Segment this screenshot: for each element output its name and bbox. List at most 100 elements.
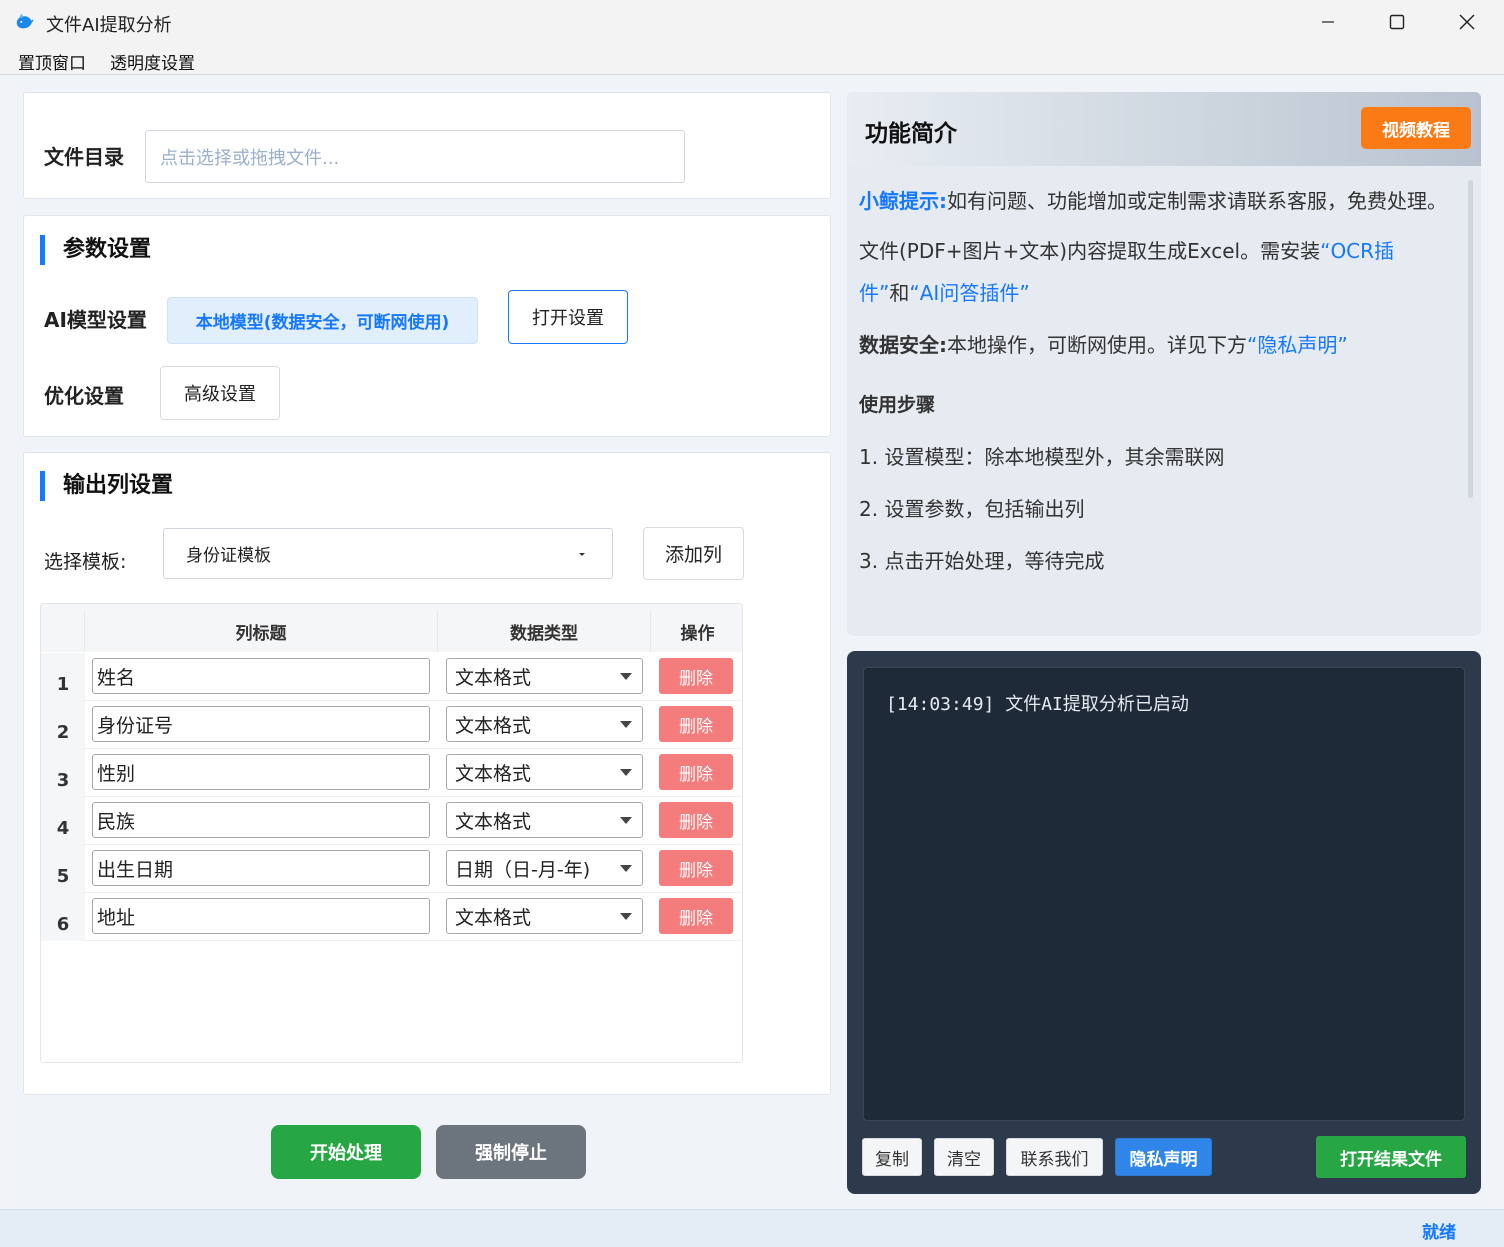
maximize-icon: [1389, 14, 1405, 30]
main-content: 文件目录 点击选择或拖拽文件... 参数设置 AI模型设置 本地模型(数据安全，…: [2, 76, 1502, 1209]
and-text: 和: [889, 281, 910, 305]
tip-text: 如有问题、功能增加或定制需求请联系客服，免费处理。: [947, 189, 1447, 213]
file-path-input[interactable]: 点击选择或拖拽文件...: [145, 130, 685, 183]
column-title-input[interactable]: 民族: [92, 802, 430, 838]
template-value: 身份证模板: [186, 546, 271, 566]
chevron-down-icon: [579, 553, 585, 556]
dropdown-arrow-icon: [620, 673, 632, 680]
data-type-select[interactable]: 文本格式: [446, 658, 643, 694]
open-settings-button[interactable]: 打开设置: [508, 290, 628, 344]
video-tutorial-button[interactable]: 视频教程: [1361, 107, 1471, 149]
data-type-value: 文本格式: [455, 762, 532, 785]
menu-opacity-settings[interactable]: 透明度设置: [110, 49, 195, 74]
whale-app-icon: [16, 13, 34, 29]
force-stop-button[interactable]: 强制停止: [436, 1125, 586, 1179]
delete-row-button[interactable]: 删除: [659, 754, 733, 790]
intro-scrollbar[interactable]: [1468, 180, 1473, 498]
delete-row-button[interactable]: 删除: [659, 850, 733, 886]
intro-header: 功能简介 视频教程: [847, 92, 1481, 166]
data-type-select[interactable]: 文本格式: [446, 898, 643, 934]
delete-row-button[interactable]: 删除: [659, 658, 733, 694]
menu-bar: 置顶窗口 透明度设置: [0, 44, 1504, 75]
data-type-select[interactable]: 文本格式: [446, 706, 643, 742]
file-dir-label: 文件目录: [44, 145, 124, 169]
column-title-input[interactable]: 性别: [92, 754, 430, 790]
tip-label: 小鲸提示:: [859, 189, 947, 213]
column-title-input[interactable]: 姓名: [92, 658, 430, 694]
open-result-file-button[interactable]: 打开结果文件: [1316, 1136, 1466, 1178]
privacy-statement-button[interactable]: 隐私声明: [1115, 1138, 1212, 1176]
data-type-value: 文本格式: [455, 666, 532, 689]
column-title-input[interactable]: 身份证号: [92, 706, 430, 742]
header-type: 数据类型: [438, 610, 651, 652]
model-select[interactable]: 本地模型(数据安全，可断网使用): [167, 297, 478, 344]
model-label: AI模型设置: [44, 308, 147, 332]
column-title-input[interactable]: 地址: [92, 898, 430, 934]
delete-row-button[interactable]: 删除: [659, 802, 733, 838]
table-row: 3 性别 文本格式 删除: [41, 749, 742, 797]
data-type-value: 文本格式: [455, 810, 532, 833]
data-type-select[interactable]: 文本格式: [446, 802, 643, 838]
description-text: 文件(PDF+图片+文本)内容提取生成Excel。需安装: [859, 239, 1321, 263]
delete-row-button[interactable]: 删除: [659, 706, 733, 742]
row-number: 6: [41, 893, 85, 941]
table-row: 2 身份证号 文本格式 删除: [41, 701, 742, 749]
copy-log-button[interactable]: 复制: [862, 1138, 922, 1176]
window-title: 文件AI提取分析: [46, 15, 172, 36]
step-item: 3. 点击开始处理，等待完成: [859, 549, 1105, 573]
row-number: 3: [41, 749, 85, 797]
clear-log-button[interactable]: 清空: [934, 1138, 994, 1176]
row-number: 4: [41, 797, 85, 845]
add-column-button[interactable]: 添加列: [643, 527, 744, 580]
optimize-label: 优化设置: [44, 384, 124, 408]
steps-title: 使用步骤: [859, 394, 936, 416]
data-type-value: 日期（日-月-年): [455, 858, 591, 881]
template-label: 选择模板:: [44, 551, 127, 573]
header-title: 列标题: [85, 610, 438, 652]
delete-row-button[interactable]: 删除: [659, 898, 733, 934]
security-text: 本地操作，可断网使用。详见下方: [947, 333, 1247, 357]
intro-panel: 功能简介 视频教程 小鲸提示:如有问题、功能增加或定制需求请联系客服，免费处理。…: [847, 92, 1481, 636]
menu-pin-window[interactable]: 置顶窗口: [18, 49, 86, 74]
intro-title: 功能简介: [865, 121, 957, 147]
params-card: 参数设置 AI模型设置 本地模型(数据安全，可断网使用) 打开设置 优化设置 高…: [23, 215, 831, 437]
dropdown-arrow-icon: [620, 913, 632, 920]
params-title: 参数设置: [40, 235, 151, 265]
privacy-link[interactable]: “隐私声明”: [1247, 333, 1348, 357]
dropdown-arrow-icon: [620, 721, 632, 728]
data-type-select[interactable]: 日期（日-月-年): [446, 850, 643, 886]
file-path-placeholder: 点击选择或拖拽文件...: [160, 147, 340, 169]
dropdown-arrow-icon: [620, 769, 632, 776]
title-bar: 文件AI提取分析: [0, 0, 1504, 44]
table-row: 4 民族 文本格式 删除: [41, 797, 742, 845]
ai-plugin-link[interactable]: “AI问答插件”: [909, 281, 1029, 305]
minimize-icon: [1322, 21, 1334, 23]
row-number: 1: [41, 653, 85, 701]
contact-us-button[interactable]: 联系我们: [1006, 1138, 1103, 1176]
tip-paragraph: 小鲸提示:如有问题、功能增加或定制需求请联系客服，免费处理。: [859, 180, 1459, 222]
status-text: 就绪: [1422, 1223, 1456, 1243]
log-console: [14:03:49] 文件AI提取分析已启动 复制 清空 联系我们 隐私声明 打…: [847, 651, 1481, 1194]
data-type-value: 文本格式: [455, 906, 532, 929]
security-label: 数据安全:: [859, 333, 947, 357]
data-type-value: 文本格式: [455, 714, 532, 737]
row-number: 2: [41, 701, 85, 749]
columns-table: 列标题 数据类型 操作 1 姓名 文本格式 删除 2 身份证号 文本格式 删除 …: [40, 603, 743, 1063]
dropdown-arrow-icon: [620, 817, 632, 824]
advanced-settings-button[interactable]: 高级设置: [160, 366, 280, 420]
close-button[interactable]: [1432, 0, 1502, 44]
data-type-select[interactable]: 文本格式: [446, 754, 643, 790]
template-select[interactable]: 身份证模板: [163, 528, 613, 579]
table-row: 1 姓名 文本格式 删除: [41, 653, 742, 701]
file-card: 文件目录 点击选择或拖拽文件...: [23, 92, 831, 199]
security-paragraph: 数据安全:本地操作，可断网使用。详见下方“隐私声明”: [859, 324, 1459, 366]
description-paragraph: 文件(PDF+图片+文本)内容提取生成Excel。需安装“OCR插件”和“AI问…: [859, 230, 1459, 314]
column-title-input[interactable]: 出生日期: [92, 850, 430, 886]
maximize-button[interactable]: [1362, 0, 1432, 44]
step-item: 2. 设置参数，包括输出列: [859, 497, 1085, 521]
start-processing-button[interactable]: 开始处理: [271, 1125, 421, 1179]
row-number: 5: [41, 845, 85, 893]
minimize-button[interactable]: [1293, 0, 1363, 44]
close-icon: [1459, 14, 1475, 30]
log-output[interactable]: [14:03:49] 文件AI提取分析已启动: [863, 667, 1465, 1121]
